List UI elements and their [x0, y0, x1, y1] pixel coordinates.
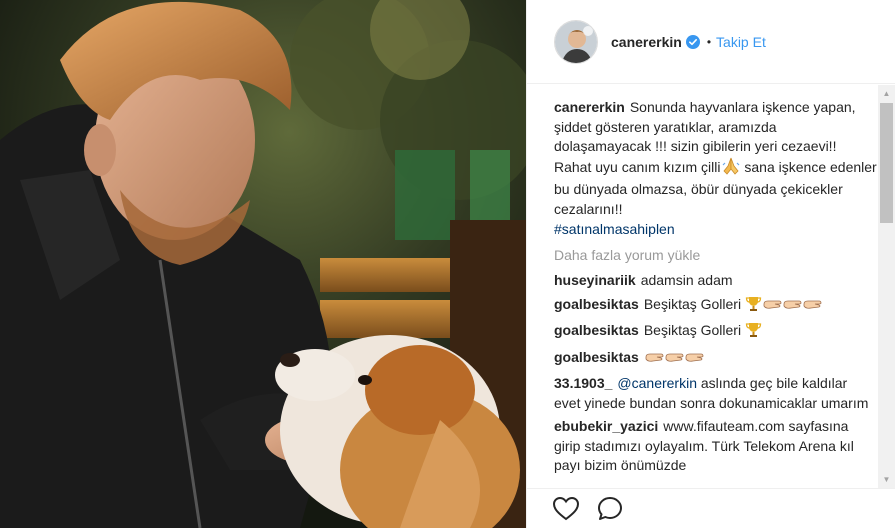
- comment-username[interactable]: ebubekir_yazici: [554, 418, 658, 434]
- comment-item: huseyinariik adamsin adam: [554, 271, 877, 291]
- comment-mention[interactable]: @canererkin: [617, 375, 697, 391]
- caption-hashtag[interactable]: #satınalmasahiplen: [554, 221, 675, 237]
- avatar-image: [555, 20, 597, 63]
- comment-username[interactable]: 33.1903_: [554, 375, 612, 391]
- post-caption: canererkin Sonunda hayvanlara işkence yap…: [554, 98, 877, 239]
- praying-hands-icon: [721, 157, 741, 181]
- comments-list[interactable]: canererkin Sonunda hayvanlara işkence yap…: [527, 85, 895, 488]
- comment-username[interactable]: huseyinariik: [554, 272, 636, 288]
- comment-item: goalbesiktas Beşiktaş Golleri: [554, 295, 877, 318]
- clap-icon: [782, 296, 802, 318]
- photo-man-with-dog: [0, 0, 526, 528]
- verified-badge-icon: [685, 34, 700, 49]
- trophy-icon: [745, 321, 762, 344]
- clap-icon: [762, 296, 782, 318]
- scrollbar-thumb[interactable]: [880, 103, 893, 223]
- comment-icon[interactable]: [596, 495, 624, 523]
- clap-icon: [802, 296, 822, 318]
- comment-username[interactable]: goalbesiktas: [554, 322, 639, 338]
- trophy-icon: [745, 295, 762, 318]
- comment-text: Beşiktaş Golleri: [643, 322, 742, 339]
- post-side-panel: canererkin • Takip Et canererkin Sonunda …: [526, 0, 895, 528]
- author-username[interactable]: canererkin: [611, 34, 682, 50]
- post-header: canererkin • Takip Et: [527, 0, 895, 84]
- clap-icon: [644, 349, 664, 371]
- comment-item: ebubekir_yazici www.fifauteam.com sayfası…: [554, 417, 877, 476]
- comment-text: Beşiktaş Golleri: [643, 295, 742, 312]
- separator-dot: •: [706, 34, 712, 49]
- load-more-comments-link[interactable]: Daha fazla yorum yükle: [554, 247, 877, 263]
- comments-scrollbar[interactable]: ▲ ▼: [878, 85, 895, 488]
- clap-icon: [684, 349, 704, 371]
- post-photo[interactable]: [0, 0, 526, 528]
- avatar[interactable]: [554, 19, 598, 64]
- comment-item: goalbesiktas Beşiktaş Golleri: [554, 321, 877, 344]
- comment-item: goalbesiktas: [554, 348, 877, 371]
- caption-username[interactable]: canererkin: [554, 99, 625, 115]
- post-actions: [527, 488, 895, 528]
- comment-username[interactable]: goalbesiktas: [554, 349, 639, 365]
- follow-button[interactable]: Takip Et: [716, 34, 766, 50]
- comment-item: 33.1903_ @canererkin aslında geç bile kal…: [554, 374, 877, 413]
- comment-text: adamsin adam: [640, 272, 733, 289]
- scroll-down-arrow-icon[interactable]: ▼: [878, 471, 895, 488]
- comment-username[interactable]: goalbesiktas: [554, 296, 639, 312]
- clap-icon: [664, 349, 684, 371]
- heart-icon[interactable]: [552, 495, 580, 523]
- comments-content: canererkin Sonunda hayvanlara işkence yap…: [554, 98, 877, 480]
- scroll-up-arrow-icon[interactable]: ▲: [878, 85, 895, 102]
